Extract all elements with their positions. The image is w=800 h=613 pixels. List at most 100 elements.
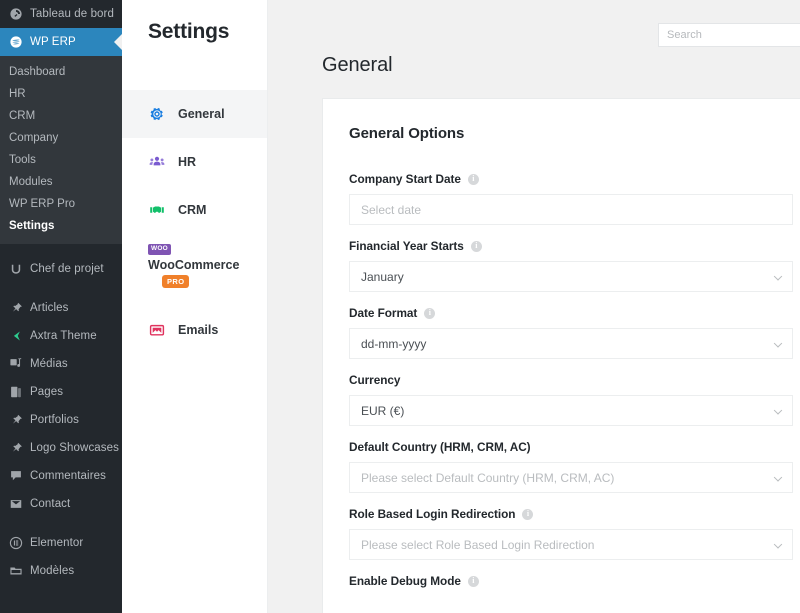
sidebar-item-label: Logo Showcases <box>30 442 119 454</box>
submenu-label: Tools <box>9 154 36 166</box>
sidebar-item-wp-erp[interactable]: WP ERP <box>0 28 122 56</box>
sidebar-item-articles[interactable]: Articles <box>0 294 122 322</box>
sidebar-item-portfolios[interactable]: Portfolios <box>0 406 122 434</box>
sidebar-item-label: Pages <box>30 386 64 398</box>
info-icon[interactable]: i <box>522 508 534 520</box>
sidebar-item-modeles[interactable]: Modèles <box>0 557 122 585</box>
card-heading: General Options <box>349 125 465 142</box>
sidebar-item-tableau-de-bord[interactable]: Tableau de bord <box>0 0 122 28</box>
submenu-item-wp-erp-pro[interactable]: WP ERP Pro <box>0 193 122 215</box>
settings-nav-label: HR <box>178 155 197 169</box>
field-label: Date Format i <box>349 306 793 320</box>
card-inner: General Options Company Start Date i Sel… <box>323 99 800 588</box>
search-container <box>658 23 800 47</box>
submenu-label: WP ERP Pro <box>9 198 76 210</box>
wperp-icon <box>8 35 23 50</box>
sidebar-item-elementor[interactable]: Elementor <box>0 529 122 557</box>
field-label: Company Start Date i <box>349 172 793 186</box>
submenu-label: CRM <box>9 110 36 122</box>
submenu-item-settings[interactable]: Settings <box>0 215 122 237</box>
select-value: EUR (€) <box>361 403 405 418</box>
date-format-select[interactable]: dd-mm-yyyy <box>349 328 793 359</box>
settings-nav-item-emails[interactable]: Emails <box>122 306 267 354</box>
project-manager-icon <box>8 262 23 277</box>
people-icon <box>148 154 165 171</box>
submenu-item-company[interactable]: Company <box>0 127 122 149</box>
submenu-item-modules[interactable]: Modules <box>0 171 122 193</box>
sidebar-item-medias[interactable]: Médias <box>0 350 122 378</box>
sidebar-item-pages[interactable]: Pages <box>0 378 122 406</box>
woo-icon: WOO <box>148 244 171 255</box>
envelope-icon <box>8 497 23 512</box>
field-enable-debug-mode: Enable Debug Mode i <box>349 574 793 588</box>
label-text: Role Based Login Redirection <box>349 507 516 521</box>
field-label: Role Based Login Redirection i <box>349 507 793 521</box>
role-based-login-redirection-select[interactable]: Please select Role Based Login Redirecti… <box>349 529 793 560</box>
search-input[interactable] <box>658 23 800 47</box>
settings-nav-label: CRM <box>178 203 207 217</box>
submenu-label: Settings <box>9 220 55 232</box>
submenu-item-crm[interactable]: CRM <box>0 105 122 127</box>
settings-nav-label: General <box>178 107 225 121</box>
label-text: Date Format <box>349 306 418 320</box>
pages-icon <box>8 385 23 400</box>
pro-badge: PRO <box>162 274 190 288</box>
label-text: Company Start Date <box>349 172 461 186</box>
sidebar-item-commentaires[interactable]: Commentaires <box>0 462 122 490</box>
sidebar-divider-2 <box>0 283 122 294</box>
comment-icon <box>8 469 23 484</box>
submenu-label: Modules <box>9 176 53 188</box>
chevron-down-icon <box>773 338 783 348</box>
settings-nav-list: General HR CRM WOO WooCommerce PRO Email… <box>122 90 267 354</box>
info-icon[interactable]: i <box>467 173 479 185</box>
currency-select[interactable]: EUR (€) <box>349 395 793 426</box>
field-label: Currency <box>349 373 793 387</box>
pin-icon <box>8 301 23 316</box>
sidebar-item-logo-showcases[interactable]: Logo Showcases <box>0 434 122 462</box>
input-placeholder: Select date <box>361 202 422 217</box>
settings-nav-panel: Settings General HR CRM WOO WooCommerce … <box>122 0 268 613</box>
settings-nav-item-hr[interactable]: HR <box>122 138 267 186</box>
submenu-item-dashboard[interactable]: Dashboard <box>0 61 122 83</box>
sidebar-item-label: Portfolios <box>30 414 79 426</box>
label-text: Financial Year Starts <box>349 239 464 253</box>
chevron-down-icon <box>773 539 783 549</box>
submenu-item-hr[interactable]: HR <box>0 83 122 105</box>
label-text: Currency <box>349 373 401 387</box>
sidebar-item-label: Contact <box>30 498 71 510</box>
select-value: January <box>361 269 404 284</box>
financial-year-starts-select[interactable]: January <box>349 261 793 292</box>
settings-nav-item-general[interactable]: General <box>122 90 267 138</box>
field-role-based-login-redirection: Role Based Login Redirection i Please se… <box>349 507 793 560</box>
settings-nav-label: WooCommerce <box>148 257 240 272</box>
field-label: Enable Debug Mode i <box>349 574 793 588</box>
field-label: Default Country (HRM, CRM, AC) <box>349 440 793 454</box>
main-content: General General Options Company Start Da… <box>268 0 800 613</box>
submenu-item-tools[interactable]: Tools <box>0 149 122 171</box>
field-financial-year-starts: Financial Year Starts i January <box>349 239 793 292</box>
sidebar-item-label: Tableau de bord <box>30 8 114 20</box>
folder-icon <box>8 564 23 579</box>
elementor-icon <box>8 536 23 551</box>
dashboard-icon <box>8 7 23 22</box>
select-value: dd-mm-yyyy <box>361 336 427 351</box>
default-country-select[interactable]: Please select Default Country (HRM, CRM,… <box>349 462 793 493</box>
theme-icon <box>8 329 23 344</box>
chevron-down-icon <box>773 405 783 415</box>
sidebar-item-axtra-theme[interactable]: Axtra Theme <box>0 322 122 350</box>
submenu-label: HR <box>9 88 26 100</box>
settings-nav-item-crm[interactable]: CRM <box>122 186 267 234</box>
sidebar-item-label: Commentaires <box>30 470 106 482</box>
sidebar-item-label: Médias <box>30 358 68 370</box>
info-icon[interactable]: i <box>467 575 479 587</box>
settings-nav-item-woocommerce[interactable]: WOO WooCommerce PRO <box>122 234 267 300</box>
field-default-country: Default Country (HRM, CRM, AC) Please se… <box>349 440 793 493</box>
info-icon[interactable]: i <box>424 307 436 319</box>
sidebar-item-contact[interactable]: Contact <box>0 490 122 518</box>
label-text: Default Country (HRM, CRM, AC) <box>349 440 531 454</box>
info-icon[interactable]: i <box>470 240 482 252</box>
label-text: Enable Debug Mode <box>349 574 461 588</box>
handshake-icon <box>148 202 165 219</box>
company-start-date-input[interactable]: Select date <box>349 194 793 225</box>
sidebar-item-chef-de-projet[interactable]: Chef de projet <box>0 255 122 283</box>
